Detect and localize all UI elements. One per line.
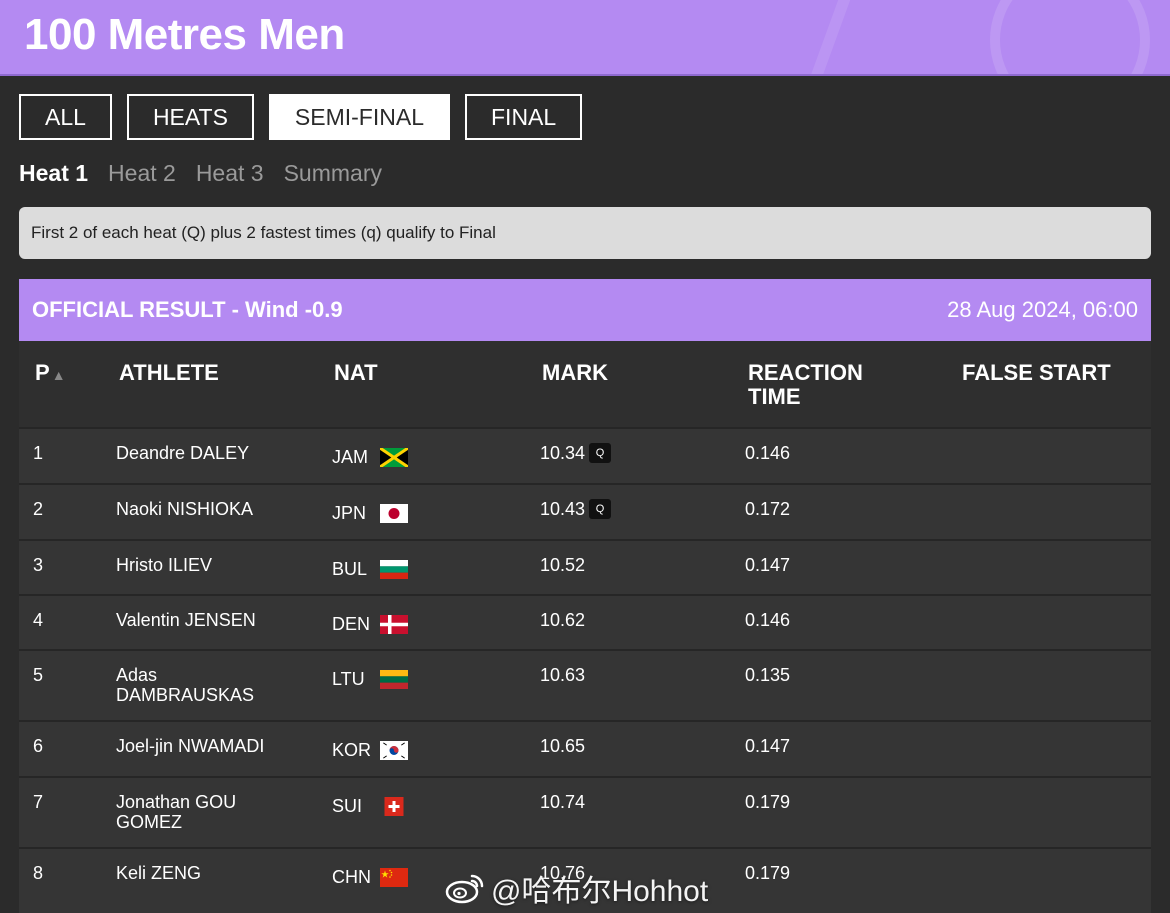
table-row[interactable]: 4 Valentin JENSEN DEN 10.62 0.146	[19, 594, 1151, 649]
watermark: @哈布尔Hohhot	[445, 866, 708, 910]
bulgaria-flag-icon	[380, 559, 408, 579]
qualified-badge: Q	[589, 443, 612, 463]
mark: 10.43 Q	[540, 499, 612, 519]
nationality: JAM	[332, 447, 408, 467]
position: 7	[33, 792, 44, 812]
heat-tabs: Heat 1 Heat 2 Heat 3 Summary	[19, 160, 382, 187]
denmark-flag-icon	[380, 614, 408, 634]
column-header-reaction-time[interactable]: REACTION TIME	[748, 361, 863, 409]
column-header-mark[interactable]: MARK	[542, 361, 608, 385]
results-table: P ▲ ATHLETE NAT MARK REACTION TIME FALSE S…	[19, 341, 1151, 913]
filter-heats-button[interactable]: HEATS	[126, 94, 254, 140]
reaction-time: 0.146	[745, 443, 791, 463]
nationality: LTU	[332, 669, 408, 689]
athlete-name[interactable]: Keli ZENG	[116, 863, 296, 883]
reaction-time: 0.146	[745, 610, 791, 630]
lithuania-flag-icon	[380, 669, 408, 689]
reaction-time: 0.147	[745, 736, 791, 756]
mark: 10.74	[540, 792, 586, 812]
position: 5	[33, 665, 44, 685]
nationality: SUI	[332, 796, 408, 816]
result-date: 28 Aug 2024, 06:00	[947, 297, 1138, 322]
mark: 10.62	[540, 610, 586, 630]
position: 6	[33, 736, 44, 756]
round-filter-bar: ALL HEATS SEMI-FINAL FINAL	[19, 94, 583, 140]
mark: 10.52	[540, 555, 586, 575]
athlete-name[interactable]: Joel-jin NWAMADI	[116, 736, 316, 756]
qualified-badge: Q	[589, 499, 612, 519]
reaction-time: 0.179	[745, 792, 791, 812]
table-row[interactable]: 7 Jonathan GOU GOMEZ SUI 10.74 0.179	[19, 776, 1151, 847]
nationality: KOR	[332, 740, 408, 760]
nationality: JPN	[332, 503, 408, 523]
nationality: BUL	[332, 559, 408, 579]
athlete-name[interactable]: Naoki NISHIOKA	[116, 499, 296, 519]
column-header-athlete[interactable]: ATHLETE	[119, 361, 219, 385]
japan-flag-icon	[380, 503, 408, 523]
page-header: 100 Metres Men	[0, 0, 1170, 76]
mark: 10.65	[540, 736, 586, 756]
filter-semi-final-button[interactable]: SEMI-FINAL	[268, 94, 450, 140]
official-result-bar: OFFICIAL RESULT - Wind -0.9 28 Aug 2024,…	[19, 279, 1151, 341]
position: 1	[33, 443, 44, 463]
tab-heat-2[interactable]: Heat 2	[108, 160, 176, 187]
athlete-name[interactable]: Adas DAMBRAUSKAS	[116, 665, 266, 705]
mark: 10.34 Q	[540, 443, 612, 463]
athlete-name[interactable]: Valentin JENSEN	[116, 610, 296, 630]
tab-heat-1[interactable]: Heat 1	[19, 160, 88, 187]
qualification-info-box: First 2 of each heat (Q) plus 2 fastest …	[19, 207, 1151, 259]
filter-all-button[interactable]: ALL	[19, 94, 112, 140]
qualification-info-text: First 2 of each heat (Q) plus 2 fastest …	[31, 223, 496, 242]
reaction-time: 0.147	[745, 555, 791, 575]
weibo-logo-icon	[445, 874, 484, 904]
nationality: DEN	[332, 614, 408, 634]
mark: 10.63	[540, 665, 586, 685]
table-row[interactable]: 2 Naoki NISHIOKA JPN 10.43 Q 0.172	[19, 483, 1151, 539]
column-header-nat[interactable]: NAT	[334, 361, 378, 385]
china-flag-icon	[380, 867, 408, 887]
tab-heat-3[interactable]: Heat 3	[196, 160, 264, 187]
tab-summary[interactable]: Summary	[284, 160, 382, 187]
column-header-false-start[interactable]: FALSE START	[962, 361, 1111, 385]
header-decoration	[990, 0, 1150, 74]
watermark-text: @哈布尔Hohhot	[491, 875, 709, 908]
athlete-name[interactable]: Deandre DALEY	[116, 443, 296, 463]
south-korea-flag-icon	[380, 740, 408, 760]
table-row[interactable]: 1 Deandre DALEY JAM 10.34 Q 0.146	[19, 427, 1151, 483]
filter-final-button[interactable]: FINAL	[465, 94, 583, 140]
sort-up-icon: ▲	[51, 367, 66, 383]
nationality: CHN	[332, 867, 408, 887]
table-row[interactable]: 3 Hristo ILIEV BUL 10.52 0.147	[19, 539, 1151, 594]
reaction-time: 0.172	[745, 499, 791, 519]
result-title: OFFICIAL RESULT - Wind -0.9	[32, 297, 343, 322]
position: 3	[33, 555, 44, 575]
reaction-time: 0.135	[745, 665, 791, 685]
switzerland-flag-icon	[384, 796, 404, 816]
position: 8	[33, 863, 44, 883]
page-title: 100 Metres Men	[24, 10, 345, 59]
position: 4	[33, 610, 44, 630]
athlete-name[interactable]: Jonathan GOU GOMEZ	[116, 792, 266, 832]
column-header-position[interactable]: P ▲	[35, 361, 66, 387]
table-row[interactable]: 6 Joel-jin NWAMADI KOR 10.65 0.147	[19, 720, 1151, 776]
reaction-time: 0.179	[745, 863, 791, 883]
header-decoration-stripe	[798, 0, 932, 74]
athlete-name[interactable]: Hristo ILIEV	[116, 555, 296, 575]
position: 2	[33, 499, 44, 519]
table-row[interactable]: 5 Adas DAMBRAUSKAS LTU 10.63 0.135	[19, 649, 1151, 720]
jamaica-flag-icon	[380, 447, 408, 467]
table-header: P ▲ ATHLETE NAT MARK REACTION TIME FALSE S…	[19, 341, 1151, 427]
